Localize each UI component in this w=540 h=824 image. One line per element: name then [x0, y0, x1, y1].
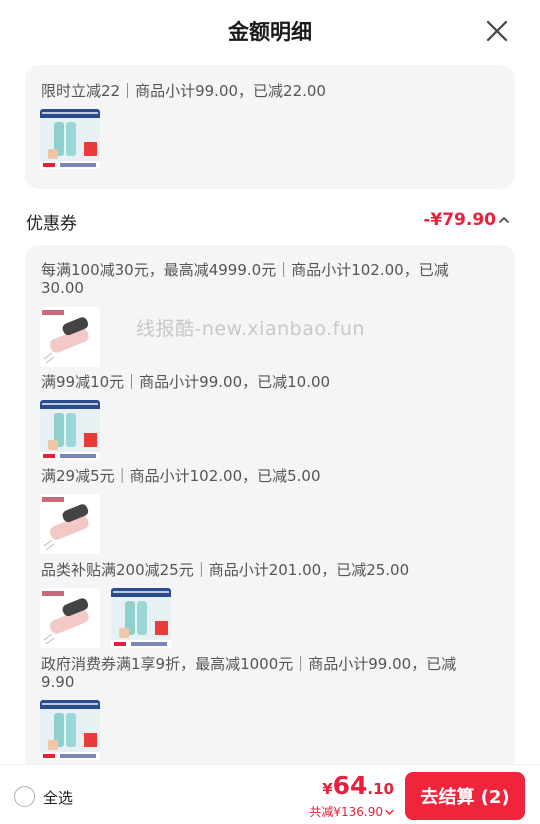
total-discount-text: 共减¥136.90: [309, 805, 383, 819]
price-integer: 64: [332, 771, 368, 800]
chevron-down-icon: [385, 809, 394, 815]
pink-case-product-thumb: [40, 307, 100, 367]
pink-case-product-image: [40, 588, 100, 648]
coupon-item-text: 品类补贴满200减25元｜商品小计201.00，已减25.00: [41, 561, 410, 579]
close-button[interactable]: [482, 16, 512, 46]
pink-case-product-thumb: [40, 588, 100, 648]
coupon-item-text: 政府消费券满1享9折，最高减1000元｜商品小计99.00，已减: [41, 655, 457, 673]
thermos-product-thumb: [40, 700, 100, 760]
thermos-product-thumb: [111, 588, 171, 648]
coupon-item-text: 满29减5元｜商品小计102.00，已减5.00: [41, 467, 321, 485]
price-decimal: .10: [367, 780, 394, 798]
pink-case-product-image: [40, 494, 100, 554]
pink-case-product-image: [40, 307, 100, 367]
select-all-radio[interactable]: [14, 786, 35, 807]
sheet-header: 金额明细: [0, 0, 540, 62]
coupon-summary-row[interactable]: 优惠券 -¥79.90: [0, 205, 540, 235]
select-all-label[interactable]: 全选: [43, 787, 73, 808]
coupon-item-text-cont: 9.90: [41, 673, 75, 691]
total-discount[interactable]: 共减¥136.90: [309, 803, 394, 820]
thermos-product-image: [111, 588, 171, 648]
detail-scroll-area[interactable]: 限时立减22｜商品小计99.00，已减22.00 优惠券 -¥79.90 每满1…: [0, 62, 540, 764]
total-price: ¥64.10: [322, 771, 394, 800]
thermos-product-image: [40, 400, 100, 460]
coupon-amount: -¥79.90: [423, 210, 496, 230]
coupon-item-text-cont: 30.00: [41, 279, 84, 297]
chevron-up-icon[interactable]: [498, 214, 510, 226]
pink-case-product-thumb: [40, 494, 100, 554]
amount-detail-sheet: 金额明细 限时立减22｜商品小计99.00，已减22.00 优惠券 -¥79.9…: [0, 0, 540, 824]
thermos-product-image: [40, 109, 100, 169]
coupon-item-text: 满99减10元｜商品小计99.00，已减10.00: [41, 373, 331, 391]
checkout-button[interactable]: 去结算 (2): [405, 772, 525, 820]
thermos-product-thumb: [40, 400, 100, 460]
coupon-item-text: 每满100减30元，最高减4999.0元｜商品小计102.00，已减: [41, 261, 449, 279]
limited-discount-card: 限时立减22｜商品小计99.00，已减22.00: [25, 65, 515, 189]
total-price-box: ¥64.10 共减¥136.90: [254, 771, 394, 823]
price-currency: ¥: [322, 780, 333, 798]
thermos-product-thumb: [40, 109, 100, 169]
coupon-label: 优惠券: [26, 214, 77, 234]
close-icon: [486, 20, 508, 42]
limited-discount-text: 限时立减22｜商品小计99.00，已减22.00: [41, 82, 326, 100]
checkout-bar: 全选 ¥64.10 共减¥136.90 去结算 (2): [0, 764, 540, 824]
thermos-product-image: [40, 700, 100, 760]
sheet-title: 金额明细: [228, 20, 312, 44]
watermark-text: 线报酷-new.xianbao.fun: [136, 318, 365, 340]
